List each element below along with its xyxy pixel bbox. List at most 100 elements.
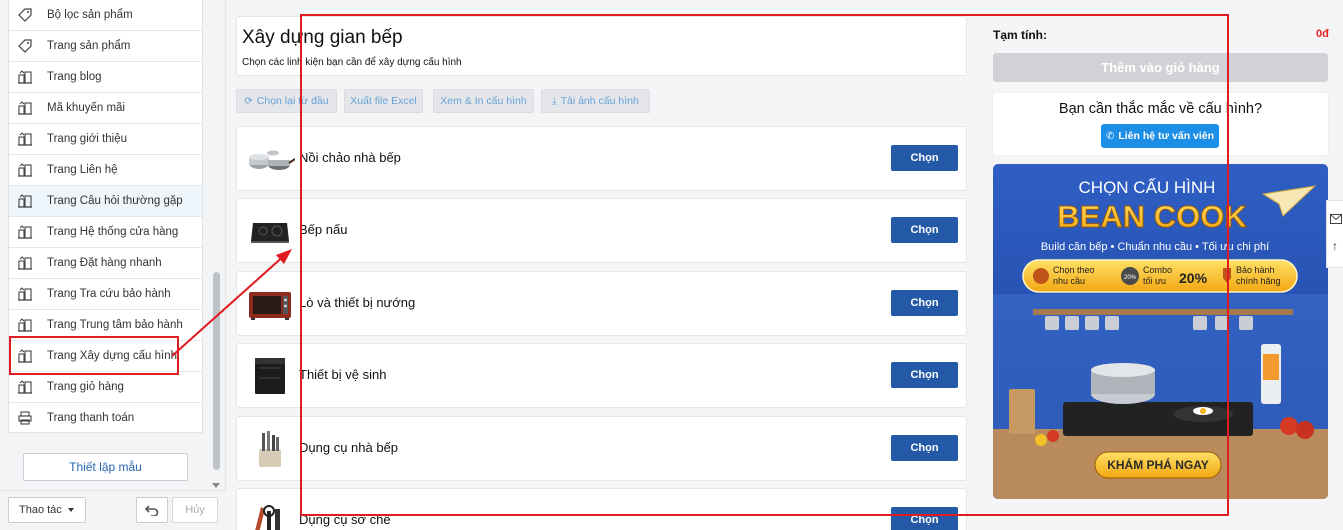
choose-button[interactable]: Chọn xyxy=(891,145,958,171)
action-dropdown[interactable]: Thao tác xyxy=(8,497,86,523)
sidebar-item[interactable]: Trang Liên hệ xyxy=(9,155,202,186)
sidebar-item-label: Trang sản phẩm xyxy=(47,40,131,52)
building-icon xyxy=(17,131,33,147)
category-name: Dụng cụ nhà bếp xyxy=(299,440,399,455)
sidebar-item[interactable]: Bộ lọc sản phẩm xyxy=(9,0,202,31)
choose-button[interactable]: Chọn xyxy=(891,362,958,388)
sidebar-item[interactable]: Trang sản phẩm xyxy=(9,31,202,62)
feature-3-line-1: Bảo hành xyxy=(1236,265,1275,275)
mail-icon[interactable] xyxy=(1330,211,1342,229)
page-title: Xây dựng gian bếp xyxy=(242,27,403,48)
cookware-thumbnail xyxy=(245,139,296,179)
category-row: Lò và thiết bị nướng Chọn xyxy=(236,271,967,336)
subtotal-value: 0đ xyxy=(1316,28,1329,40)
sidebar-item-label: Trang Liên hệ xyxy=(47,164,118,176)
promo-banner[interactable]: CHỌN CẤU HÌNH BEAN COOK Build căn bếp • … xyxy=(993,164,1328,499)
add-to-cart-button[interactable]: Thêm vào giỏ hàng xyxy=(993,53,1328,82)
sidebar-item[interactable]: Trang giỏ hàng xyxy=(9,372,202,403)
sidebar-item-label: Trang giới thiệu xyxy=(47,133,127,145)
building-icon xyxy=(17,162,33,178)
feature-2-line-1: Combo xyxy=(1143,265,1172,275)
bottom-action-bar: Thao tác Hủy xyxy=(0,490,226,530)
theme-preview: Xây dựng gian bếp Chọn các linh kiện bạn… xyxy=(226,0,1329,530)
help-question: Bạn cần thắc mắc về cấu hình? xyxy=(1058,101,1263,117)
sidebar-item[interactable]: Trang blog xyxy=(9,62,202,93)
export-excel-button[interactable]: Xuất file Excel xyxy=(344,89,423,113)
phone-icon: ✆ xyxy=(1105,130,1115,142)
building-icon xyxy=(17,69,33,85)
sidebar-item-label: Trang giỏ hàng xyxy=(47,381,124,393)
subtotal-label: Tạm tính: xyxy=(993,28,1047,42)
feature-2-line-2: tối ưu xyxy=(1143,276,1166,286)
building-icon xyxy=(17,317,33,333)
sidebar-scrollbar[interactable] xyxy=(210,0,222,488)
download-icon: ⤓ xyxy=(552,95,557,107)
choose-button[interactable]: Chọn xyxy=(891,435,958,461)
building-icon xyxy=(17,100,33,116)
banner-cta: KHÁM PHÁ NGAY xyxy=(1107,457,1209,472)
category-name: Thiết bị vệ sinh xyxy=(299,367,387,382)
download-label: Tải ảnh cấu hình xyxy=(560,95,639,107)
banner-heading: CHỌN CẤU HÌNH xyxy=(1079,178,1216,197)
banner-tagline: Build căn bếp • Chuẩn nhu cầu • Tối ưu c… xyxy=(1041,241,1269,253)
banner-brand: BEAN COOK xyxy=(1057,199,1247,234)
undo-button[interactable] xyxy=(136,497,168,523)
sidebar-item-label: Trang Tra cứu bảo hành xyxy=(47,288,171,300)
tag-icon xyxy=(17,7,33,23)
building-icon xyxy=(17,224,33,240)
feature-3-line-2: chính hãng xyxy=(1236,276,1281,286)
building-icon xyxy=(17,348,33,364)
choose-button[interactable]: Chọn xyxy=(891,217,958,243)
download-image-button[interactable]: ⤓ Tải ảnh cấu hình xyxy=(541,89,650,113)
category-row: Thiết bị vệ sinh Chọn xyxy=(236,343,967,408)
tag-icon xyxy=(17,38,33,54)
floating-tools: ↑ xyxy=(1326,200,1343,268)
feature-badge: 20% xyxy=(1124,275,1137,281)
refresh-icon: ⟳ xyxy=(244,95,253,107)
action-dropdown-label: Thao tác xyxy=(19,504,62,516)
scroll-down-icon[interactable] xyxy=(212,483,220,488)
category-row: Nồi chảo nhà bếp Chọn xyxy=(236,126,967,191)
category-name: Bếp nấu xyxy=(299,222,348,237)
sidebar-item-label: Bộ lọc sản phẩm xyxy=(47,9,133,21)
sidebar-item[interactable]: Trang giới thiệu xyxy=(9,124,202,155)
scroll-top-icon[interactable]: ↑ xyxy=(1332,239,1338,253)
category-name: Lò và thiết bị nướng xyxy=(299,295,416,310)
undo-icon xyxy=(145,505,159,516)
sidebar-item-label: Trang Đặt hàng nhanh xyxy=(47,257,162,269)
utensils-thumbnail xyxy=(245,429,295,469)
sidebar-item-label: Trang Xây dựng cấu hình xyxy=(47,350,178,362)
category-name: Dụng cụ sơ chế xyxy=(299,512,391,527)
sidebar-item-label: Trang Câu hỏi thường gặp xyxy=(47,195,183,207)
building-icon xyxy=(17,286,33,302)
sidebar-item[interactable]: Trang Câu hỏi thường gặp xyxy=(9,186,202,217)
page-subtitle: Chọn các linh kiện bạn cần để xây dựng c… xyxy=(242,57,462,68)
preview-print-button[interactable]: Xem & In cấu hình xyxy=(433,89,534,113)
contact-label: Liên hệ tư vấn viên xyxy=(1118,130,1215,142)
template-settings-button[interactable]: Thiết lập mẫu xyxy=(23,453,188,481)
reset-button[interactable]: ⟳ Chọn lại từ đầu xyxy=(236,89,337,113)
feature-1-line-2: nhu cầu xyxy=(1053,276,1085,286)
building-icon xyxy=(17,255,33,271)
page-list: Bộ lọc sản phẩm Trang sản phẩm Trang blog M… xyxy=(8,0,203,433)
sidebar-item[interactable]: Mã khuyến mãi xyxy=(9,93,202,124)
feature-1-line-1: Chọn theo xyxy=(1053,265,1095,275)
category-row: Dụng cụ sơ chế Chọn xyxy=(236,488,967,530)
cancel-button[interactable]: Hủy xyxy=(172,497,218,523)
chevron-down-icon xyxy=(67,508,74,512)
category-row: Dụng cụ nhà bếp Chọn xyxy=(236,416,967,481)
sidebar-item-label: Trang thanh toán xyxy=(47,412,135,424)
building-icon xyxy=(17,379,33,395)
sidebar-item-label: Trang Trung tâm bảo hành xyxy=(47,319,183,331)
cooktop-thumbnail xyxy=(245,211,295,251)
choose-button[interactable]: Chọn xyxy=(891,290,958,316)
printer-icon xyxy=(17,410,33,426)
sidebar-item[interactable]: Trang thanh toán xyxy=(9,403,202,432)
sidebar-item[interactable]: Trang Hệ thống cửa hàng xyxy=(9,217,202,248)
builder-header: Xây dựng gian bếp Chọn các linh kiện bạn… xyxy=(236,16,967,76)
annotation-arrow xyxy=(171,249,292,357)
dishwasher-thumbnail xyxy=(245,356,295,396)
building-icon xyxy=(17,193,33,209)
contact-advisor-button[interactable]: ✆ Liên hệ tư vấn viên xyxy=(1101,124,1219,148)
choose-button[interactable]: Chọn xyxy=(891,507,958,530)
